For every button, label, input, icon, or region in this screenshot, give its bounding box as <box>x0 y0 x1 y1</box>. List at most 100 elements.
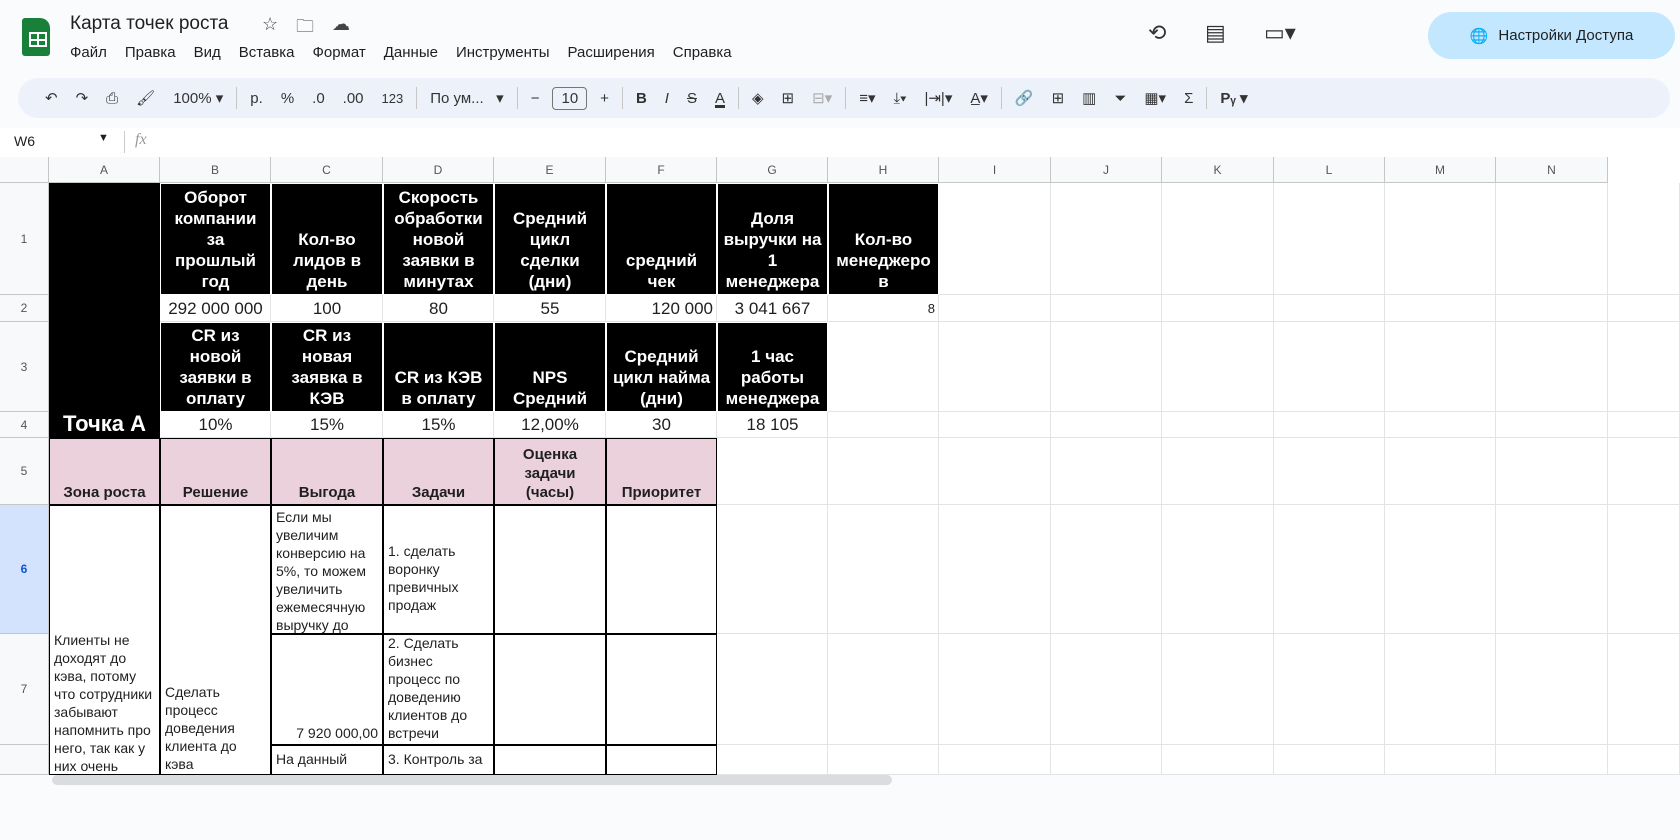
text-rotation-icon[interactable]: A̲▾ <box>961 89 997 107</box>
cell-F7[interactable] <box>606 634 717 745</box>
vertical-align-icon[interactable]: ⤓▾ <box>885 90 916 107</box>
cell-C2[interactable]: 100 <box>271 295 383 322</box>
cell-B5[interactable]: Решение <box>160 438 271 505</box>
undo-icon[interactable]: ↶ <box>36 89 67 107</box>
number-format-button[interactable]: 123 <box>373 91 413 106</box>
column-header-G[interactable]: G <box>717 157 828 183</box>
cell-E3[interactable]: NPS Средний <box>494 322 606 412</box>
select-all-corner[interactable] <box>0 157 49 183</box>
sheets-logo[interactable] <box>22 18 50 56</box>
cell-E7[interactable] <box>494 634 606 745</box>
column-header-B[interactable]: B <box>160 157 271 183</box>
row-header-4[interactable]: 4 <box>0 412 49 438</box>
cell-A1-A4[interactable]: Точка А <box>49 183 160 438</box>
menu-5[interactable]: Данные <box>384 44 438 61</box>
cell-E8[interactable] <box>494 745 606 775</box>
cell-G1[interactable]: Доля выручки на 1 менеджера <box>717 183 828 295</box>
column-header-C[interactable]: C <box>271 157 383 183</box>
cell-F1[interactable]: средний чек <box>606 183 717 295</box>
cell-F8[interactable] <box>606 745 717 775</box>
currency-button[interactable]: р. <box>241 90 272 107</box>
insert-chart-icon[interactable]: ▥ <box>1073 89 1105 107</box>
print-icon[interactable]: ⎙ <box>97 90 127 107</box>
name-box-dropdown-icon[interactable]: ▼ <box>98 132 109 144</box>
version-history-icon[interactable]: ⟲ <box>1148 20 1166 46</box>
document-title[interactable]: Карта точек роста <box>70 13 229 35</box>
insert-comment-icon[interactable]: ⊞ <box>1043 89 1074 107</box>
cell-C7[interactable]: 7 920 000,00 <box>271 634 383 745</box>
cell-G3[interactable]: 1 час работы менеджера <box>717 322 828 412</box>
cell-B2[interactable]: 292 000 000 <box>160 295 271 322</box>
column-header-E[interactable]: E <box>494 157 606 183</box>
cell-C3[interactable]: CR из новая заявка в КЭВ <box>271 322 383 412</box>
cell-B4[interactable]: 10% <box>160 412 271 438</box>
cell-D4[interactable]: 15% <box>383 412 494 438</box>
text-color-icon[interactable]: A <box>706 90 734 107</box>
cell-E1[interactable]: Средний цикл сделки (дни) <box>494 183 606 295</box>
column-header-M[interactable]: M <box>1385 157 1496 183</box>
font-size-increase-icon[interactable]: + <box>591 90 618 107</box>
cell-E5[interactable]: Оценка задачи (часы) <box>494 438 606 505</box>
bold-icon[interactable]: B <box>627 90 656 107</box>
row-header-6[interactable]: 6 <box>0 505 49 634</box>
column-header-A[interactable]: A <box>49 157 160 183</box>
cell-E4[interactable]: 12,00% <box>494 412 606 438</box>
row-header-8[interactable] <box>0 745 49 775</box>
horizontal-align-icon[interactable]: ≡▾ <box>850 89 884 107</box>
menu-0[interactable]: Файл <box>70 44 107 61</box>
menu-4[interactable]: Формат <box>312 44 365 61</box>
cell-C1[interactable]: Кол-во лидов в день <box>271 183 383 295</box>
column-header-K[interactable]: K <box>1162 157 1274 183</box>
borders-icon[interactable]: ⊞ <box>773 89 804 107</box>
cell-B6-B8[interactable]: Сделать процесс доведения клиента до кэв… <box>160 505 271 775</box>
increase-decimal-button[interactable]: .00 <box>334 90 373 107</box>
decrease-decimal-button[interactable]: .0 <box>303 90 334 107</box>
cell-E2[interactable]: 55 <box>494 295 606 322</box>
cell-B1[interactable]: Оборот компании за прошлый год <box>160 183 271 295</box>
spreadsheet-grid[interactable]: A B C D E F G H I J K L M N 1 2 3 4 5 6 7 Точка А Оборот компа… <box>0 157 1680 775</box>
cell-C5[interactable]: Выгода <box>271 438 383 505</box>
row-header-5[interactable]: 5 <box>0 438 49 505</box>
move-folder-icon[interactable]: 🗀 <box>296 14 314 44</box>
cloud-saved-icon[interactable]: ☁ <box>332 14 350 35</box>
column-header-H[interactable]: H <box>828 157 939 183</box>
cell-D7[interactable]: 2. Сделать бизнес процесс по доведению к… <box>383 634 494 745</box>
cell-F5[interactable]: Приоритет <box>606 438 717 505</box>
zoom-select[interactable]: 100% ▾ <box>164 89 232 107</box>
cell-D2[interactable]: 80 <box>383 295 494 322</box>
share-button[interactable]: 🌐 Настройки Доступа <box>1428 12 1675 59</box>
text-wrap-icon[interactable]: |⇥|▾ <box>915 89 961 107</box>
name-box[interactable]: W6 <box>14 133 35 149</box>
paint-format-icon[interactable]: 🖌 <box>127 89 164 107</box>
column-header-J[interactable]: J <box>1051 157 1162 183</box>
menu-8[interactable]: Справка <box>673 44 732 61</box>
comments-icon[interactable]: ▤ <box>1205 20 1226 46</box>
cell-C6[interactable]: Если мы увеличим конверсию на 5%, то мож… <box>271 505 383 634</box>
cell-G4[interactable]: 18 105 <box>717 412 828 438</box>
menu-6[interactable]: Инструменты <box>456 44 550 61</box>
row-header-7[interactable]: 7 <box>0 634 49 745</box>
cell-A6-A8[interactable]: Клиенты не доходят до кэва, потому что с… <box>49 505 160 775</box>
redo-icon[interactable]: ↷ <box>67 89 98 107</box>
font-size-input[interactable]: 10 <box>552 86 588 110</box>
column-header-L[interactable]: L <box>1274 157 1385 183</box>
star-icon[interactable]: ☆ <box>262 14 278 35</box>
cell-H1[interactable]: Кол-во менеджеров <box>828 183 939 295</box>
filter-icon[interactable]: ⏷ <box>1105 90 1135 107</box>
cell-B3[interactable]: CR из новой заявки в оплату <box>160 322 271 412</box>
merge-cells-icon[interactable]: ⊟▾ <box>803 89 841 107</box>
italic-icon[interactable]: I <box>656 90 678 107</box>
link-icon[interactable]: 🔗 <box>1006 89 1043 107</box>
menu-3[interactable]: Вставка <box>239 44 295 61</box>
cell-D3[interactable]: CR из КЭВ в оплату <box>383 322 494 412</box>
meet-icon[interactable]: ▭▾ <box>1264 20 1296 46</box>
row-header-2[interactable]: 2 <box>0 295 49 322</box>
cell-D5[interactable]: Задачи <box>383 438 494 505</box>
row-header-3[interactable]: 3 <box>0 322 49 412</box>
font-select[interactable]: По ум... ▾ <box>421 89 512 107</box>
menu-1[interactable]: Правка <box>125 44 176 61</box>
cell-D1[interactable]: Скорость обработки новой заявки в минута… <box>383 183 494 295</box>
column-header-I[interactable]: I <box>939 157 1051 183</box>
functions-icon[interactable]: Σ <box>1175 90 1202 107</box>
column-header-D[interactable]: D <box>383 157 494 183</box>
